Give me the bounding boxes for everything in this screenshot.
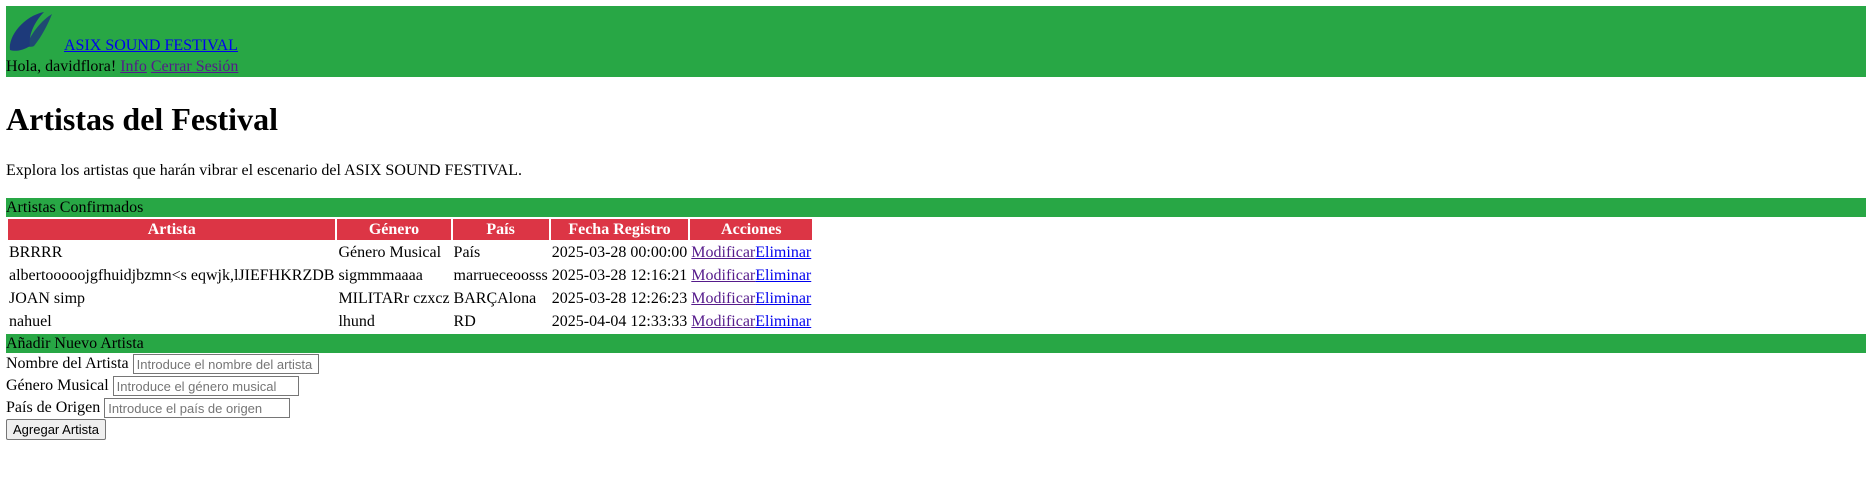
artist-name-label: Nombre del Artista [6,355,129,372]
date-cell: 2025-03-28 12:16:21 [551,266,688,284]
page-title: Artistas del Festival [6,101,278,137]
top-navbar: ASIX SOUND FESTIVAL Hola, davidflora! In… [6,6,1866,77]
add-artist-form: Nombre del Artista Género Musical País d… [6,353,1866,440]
actions-cell: ModificarEliminar [690,242,812,263]
country-cell: BARÇAlona [453,289,537,307]
brand-row: ASIX SOUND FESTIVAL [6,6,1866,57]
add-artist-button[interactable]: Agregar Artista [6,419,106,440]
country-label: País de Origen [6,399,101,416]
modify-link[interactable]: Modificar [691,244,755,261]
artist-name-input[interactable] [132,354,319,375]
artist-name-cell: albertooooojgfhuidjbzmn<s eqwjk,lJIEFHKR… [9,266,335,284]
delete-link[interactable]: Eliminar [755,290,811,307]
genre-input[interactable] [112,376,299,397]
brand-link[interactable]: ASIX SOUND FESTIVAL [64,37,238,55]
artist-name-cell: nahuel [9,312,52,330]
modify-link[interactable]: Modificar [691,290,755,307]
country-cell: RD [453,312,476,330]
table-row: nahuel lhund RD 2025-04-04 12:33:33 Modi… [8,311,812,332]
artists-table: Artista Género País Fecha Registro Accio… [6,217,814,334]
genre-cell: lhund [338,312,375,330]
country-cell: País [453,243,481,261]
artists-section-header: Artistas Confirmados [6,198,1866,217]
actions-cell: ModificarEliminar [690,265,812,286]
actions-cell: ModificarEliminar [690,288,812,309]
genre-row: Género Musical [6,375,1866,397]
date-cell: 2025-04-04 12:33:33 [551,312,688,330]
add-artist-section-header: Añadir Nuevo Artista [6,334,1866,353]
logout-link[interactable]: Cerrar Sesión [151,58,239,75]
genre-cell: sigmmmaaaa [338,266,423,284]
greeting-text: Hola, davidflora! [6,58,117,75]
genre-cell: MILITARr czxcz [338,289,450,307]
page-intro: Explora los artistas que harán vibrar el… [6,162,523,179]
country-cell: marrueceoosss [453,266,548,284]
artist-name-row: Nombre del Artista [6,353,1866,375]
column-header-genre: Género [337,219,451,240]
table-row: BRRRR Género Musical País 2025-03-28 00:… [8,242,812,263]
date-cell: 2025-03-28 00:00:00 [551,243,688,261]
table-row: JOAN simp MILITARr czxcz BARÇAlona 2025-… [8,288,812,309]
column-header-country: País [452,219,549,240]
delete-link[interactable]: Eliminar [755,244,811,261]
artist-name-cell: JOAN simp [9,289,86,307]
artist-name-cell: BRRRR [9,243,63,261]
delete-link[interactable]: Eliminar [755,313,811,330]
logo-link[interactable] [6,6,62,56]
table-row: albertooooojgfhuidjbzmn<s eqwjk,lJIEFHKR… [8,265,812,286]
user-row: Hola, davidflora! Info Cerrar Sesión [6,57,1866,77]
modify-link[interactable]: Modificar [691,267,755,284]
modify-link[interactable]: Modificar [691,313,755,330]
page-wrapper: ASIX SOUND FESTIVAL Hola, davidflora! In… [0,0,1872,440]
country-input[interactable] [104,398,291,419]
country-row: País de Origen [6,397,1866,419]
asics-logo-icon [9,12,52,51]
column-header-actions: Acciones [690,219,813,240]
delete-link[interactable]: Eliminar [755,267,811,284]
column-header-artist: Artista [8,219,336,240]
table-header-row: Artista Género País Fecha Registro Accio… [8,219,813,240]
date-cell: 2025-03-28 12:26:23 [551,289,688,307]
actions-cell: ModificarEliminar [690,311,812,332]
genre-cell: Género Musical [338,243,442,261]
genre-label: Género Musical [6,377,109,394]
info-link[interactable]: Info [120,58,147,75]
column-header-date: Fecha Registro [550,219,689,240]
